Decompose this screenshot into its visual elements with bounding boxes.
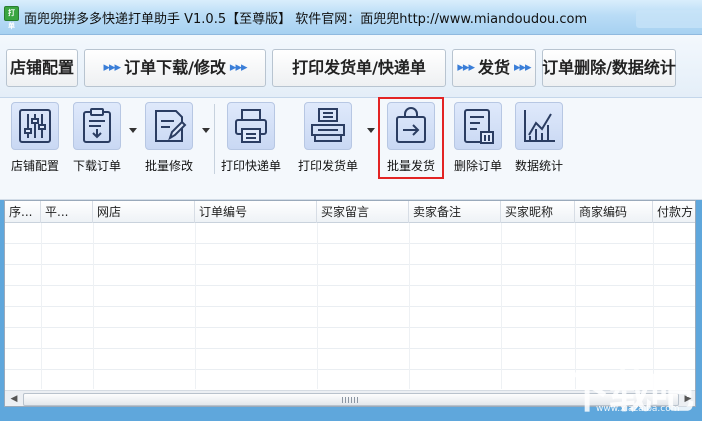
batch-edit-label: 批量修改	[144, 159, 193, 173]
column-divider	[195, 223, 196, 389]
column-divider	[41, 223, 42, 389]
shop-config-button[interactable]: 店铺配置	[8, 102, 62, 176]
shop-config-label: 店铺配置	[10, 159, 59, 173]
line-chart-icon	[515, 102, 563, 150]
document-edit-icon	[145, 102, 193, 150]
column-divider	[317, 223, 318, 389]
toolbar: 店铺配置 下载订单 批量修改 打印快递单 打印发货单 批量发货 删除订单 数据统…	[0, 98, 702, 200]
arrow-right-icon: ▸▸▸	[457, 60, 475, 75]
delete-orders-button[interactable]: 删除订单	[450, 102, 506, 176]
column-header-buyer-nick[interactable]: 买家昵称	[501, 201, 575, 223]
column-divider	[409, 223, 410, 389]
sliders-icon	[11, 102, 59, 150]
toolbar-divider	[214, 104, 215, 174]
delete-orders-label: 删除订单	[453, 159, 502, 173]
print-invoice-button[interactable]: 打印发货单	[292, 102, 364, 176]
workflow-step-label: 订单删除/数据统计	[542, 58, 676, 77]
download-orders-button[interactable]: 下载订单	[68, 102, 126, 176]
scrollbar-thumb[interactable]	[23, 393, 679, 406]
print-invoice-label: 打印发货单	[297, 159, 358, 173]
title-bar: 打单 面兜兜拼多多快递打单助手 V1.0.5【至尊版】 软件官网：面兜兜http…	[0, 0, 702, 34]
download-orders-label: 下载订单	[72, 159, 121, 173]
column-divider	[93, 223, 94, 389]
print-express-button[interactable]: 打印快递单	[218, 102, 284, 176]
column-header-buyer-message[interactable]: 买家留言	[317, 201, 409, 223]
batch-edit-dropdown-icon[interactable]	[202, 128, 210, 133]
column-divider	[653, 223, 654, 389]
app-logo-icon: 打单	[4, 6, 19, 30]
workflow-step-print[interactable]: 打印发货单/快递单	[272, 49, 446, 87]
workflow-step-shop-config[interactable]: 店铺配置	[6, 49, 78, 87]
window-title: 面兜兜拼多多快递打单助手 V1.0.5【至尊版】 软件官网：面兜兜http://…	[24, 12, 588, 27]
grip-icon	[342, 397, 358, 403]
document-delete-icon	[454, 102, 502, 150]
print-express-label: 打印快递单	[220, 159, 281, 173]
download-orders-dropdown-icon[interactable]	[129, 128, 137, 133]
highlight-box	[378, 97, 444, 179]
arrow-right-icon: ▸▸▸	[229, 60, 248, 75]
column-header-seq[interactable]: 序...	[5, 201, 41, 223]
batch-edit-button[interactable]: 批量修改	[140, 102, 198, 176]
horizontal-scrollbar[interactable]: ◀ ▶	[5, 390, 695, 406]
workflow-step-download-orders[interactable]: ▸▸▸ 订单下载/修改 ▸▸▸	[84, 49, 266, 87]
workflow-step-label: 打印发货单/快递单	[292, 58, 426, 77]
column-divider	[575, 223, 576, 389]
print-invoice-dropdown-icon[interactable]	[367, 128, 375, 133]
table-header: 序... 平... 网店 订单编号 买家留言 卖家备注 买家昵称 商家编码 付款…	[5, 201, 695, 223]
column-header-shop[interactable]: 网店	[93, 201, 195, 223]
background-window-tab[interactable]	[636, 10, 702, 28]
workflow-bar: 店铺配置 ▸▸▸ 订单下载/修改 ▸▸▸ 打印发货单/快递单 ▸▸▸ 发货 ▸▸…	[0, 34, 702, 98]
column-header-merchant-code[interactable]: 商家编码	[575, 201, 653, 223]
printer-tray-icon	[304, 102, 352, 150]
column-divider	[501, 223, 502, 389]
printer-icon	[227, 102, 275, 150]
window-bottom-edge	[0, 407, 702, 421]
data-stats-label: 数据统计	[514, 159, 563, 173]
workflow-step-label: 订单下载/修改	[124, 58, 226, 77]
arrow-right-icon: ▸▸▸	[514, 60, 532, 75]
data-stats-button[interactable]: 数据统计	[510, 102, 568, 176]
arrow-right-icon: ▸▸▸	[103, 60, 121, 75]
clipboard-download-icon	[73, 102, 121, 150]
workflow-step-delete-stats[interactable]: 订单删除/数据统计	[542, 49, 676, 87]
column-header-seller-note[interactable]: 卖家备注	[409, 201, 501, 223]
column-header-platform[interactable]: 平...	[41, 201, 93, 223]
column-header-payment[interactable]: 付款方	[653, 201, 695, 223]
scroll-left-icon[interactable]: ◀	[6, 392, 22, 406]
column-header-order-no[interactable]: 订单编号	[195, 201, 317, 223]
table-body[interactable]	[5, 223, 695, 389]
orders-table: 序... 平... 网店 订单编号 买家留言 卖家备注 买家昵称 商家编码 付款…	[4, 200, 696, 407]
workflow-step-label: 发货	[477, 58, 510, 77]
scroll-right-icon[interactable]: ▶	[680, 392, 695, 406]
workflow-step-ship[interactable]: ▸▸▸ 发货 ▸▸▸	[452, 49, 536, 87]
workflow-step-label: 店铺配置	[9, 58, 74, 77]
